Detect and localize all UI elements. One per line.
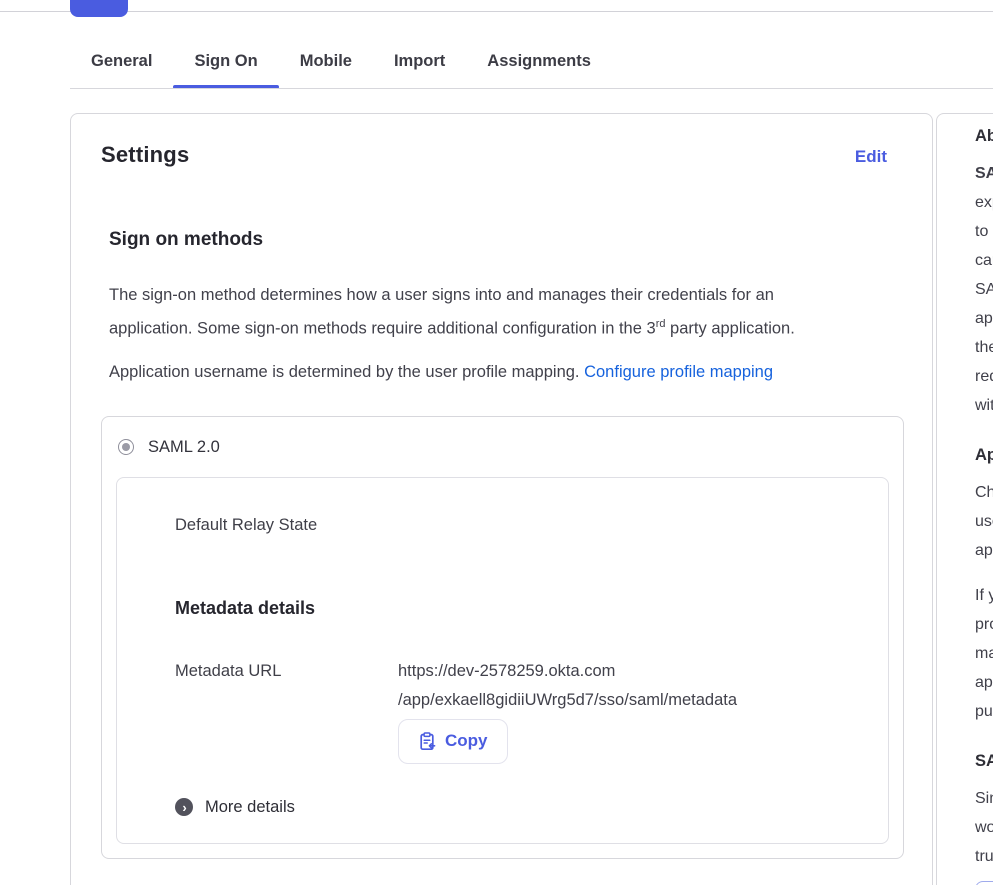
copy-button[interactable]: Copy [398, 719, 508, 764]
tab-assignments[interactable]: Assignments [466, 42, 612, 85]
saml-radio-label: SAML 2.0 [148, 438, 220, 457]
application-username-paragraph-1: Choose a format to use as the defaultuse… [975, 478, 993, 565]
text-line: experience by not requiring the user [975, 188, 993, 217]
superscript: rd [656, 318, 666, 330]
clipboard-icon [418, 732, 436, 751]
edit-button[interactable]: Edit [855, 147, 887, 167]
metadata-details-heading: Metadata details [175, 598, 888, 619]
text-line: can't edit their credentials when [975, 246, 993, 275]
saml-method-box: SAML 2.0 Default Relay State Metadata de… [101, 416, 904, 859]
text-line: required to complete the integration [975, 362, 993, 391]
sign-on-methods-heading: Sign on methods [109, 229, 904, 251]
text-line: username value when assigning the [975, 507, 993, 536]
metadata-url-label: Metadata URL [175, 657, 398, 715]
more-details-toggle[interactable]: › More details [175, 798, 888, 817]
sign-on-description: The sign-on method determines how a user… [109, 281, 904, 344]
tab-sign-on[interactable]: Sign On [173, 42, 278, 85]
saml-setup-paragraph: Single Sign On using SAML will notwork u… [975, 784, 993, 871]
text-line: trust Okta as an IdP. [975, 842, 993, 871]
active-nav-indicator[interactable] [70, 0, 128, 17]
text-line: If you select None you will be [975, 581, 993, 610]
saml-details-panel: Default Relay State Metadata details Met… [116, 477, 889, 844]
application-username-heading: Application Username [975, 444, 993, 466]
default-relay-state-label: Default Relay State [175, 514, 888, 536]
application-username-paragraph-2: If you select None you will beprompted t… [975, 581, 993, 726]
configure-profile-mapping-link[interactable]: Configure profile mapping [584, 363, 773, 381]
saml-setup-heading: SAML Setup [975, 750, 993, 772]
text-line: prompted to enter the username [975, 610, 993, 639]
text-line: application to users. [975, 536, 993, 565]
text-line: application with password or profile [975, 668, 993, 697]
about-heading: About [975, 125, 993, 147]
more-details-label: More details [205, 798, 295, 817]
app-tabs: General Sign On Mobile Import Assignment… [70, 42, 612, 85]
text-line: Single Sign On using SAML will not [975, 784, 993, 813]
text-line: push provisioning features. [975, 697, 993, 726]
text-line: SAML 2.0 is configured for this [975, 275, 993, 304]
help-sidebar: About SAML 2.0 streamlines the end user … [936, 113, 993, 885]
text-line: Choose a format to use as the default [975, 478, 993, 507]
tabs-divider [70, 88, 993, 89]
copy-button-label: Copy [445, 731, 488, 751]
username-mapping-text: Application username is determined by th… [109, 358, 904, 387]
settings-title: Settings [101, 142, 189, 168]
tab-import[interactable]: Import [373, 42, 466, 85]
about-paragraph: SAML 2.0 streamlines the end user experi… [975, 159, 993, 420]
text-line: with Okta. [975, 391, 993, 420]
text-line: to know their credentials. Users [975, 217, 993, 246]
view-setup-instructions-button[interactable]: View Setup Instructions [975, 881, 993, 885]
tab-general[interactable]: General [70, 42, 173, 85]
text-line: the 3rd party application may be [975, 333, 993, 362]
tab-mobile[interactable]: Mobile [279, 42, 373, 85]
header-divider [0, 11, 993, 12]
text-line: manually when assigning an [975, 639, 993, 668]
text-line: application. Additional configuration in [975, 304, 993, 333]
metadata-url-value: https://dev-2578259.okta.com /app/exkael… [398, 657, 737, 715]
chevron-right-circle-icon: › [175, 798, 193, 816]
saml-radio[interactable] [118, 439, 134, 455]
text-line: work until you configure the app to [975, 813, 993, 842]
settings-card: Settings Edit Sign on methods The sign-o… [70, 113, 933, 885]
